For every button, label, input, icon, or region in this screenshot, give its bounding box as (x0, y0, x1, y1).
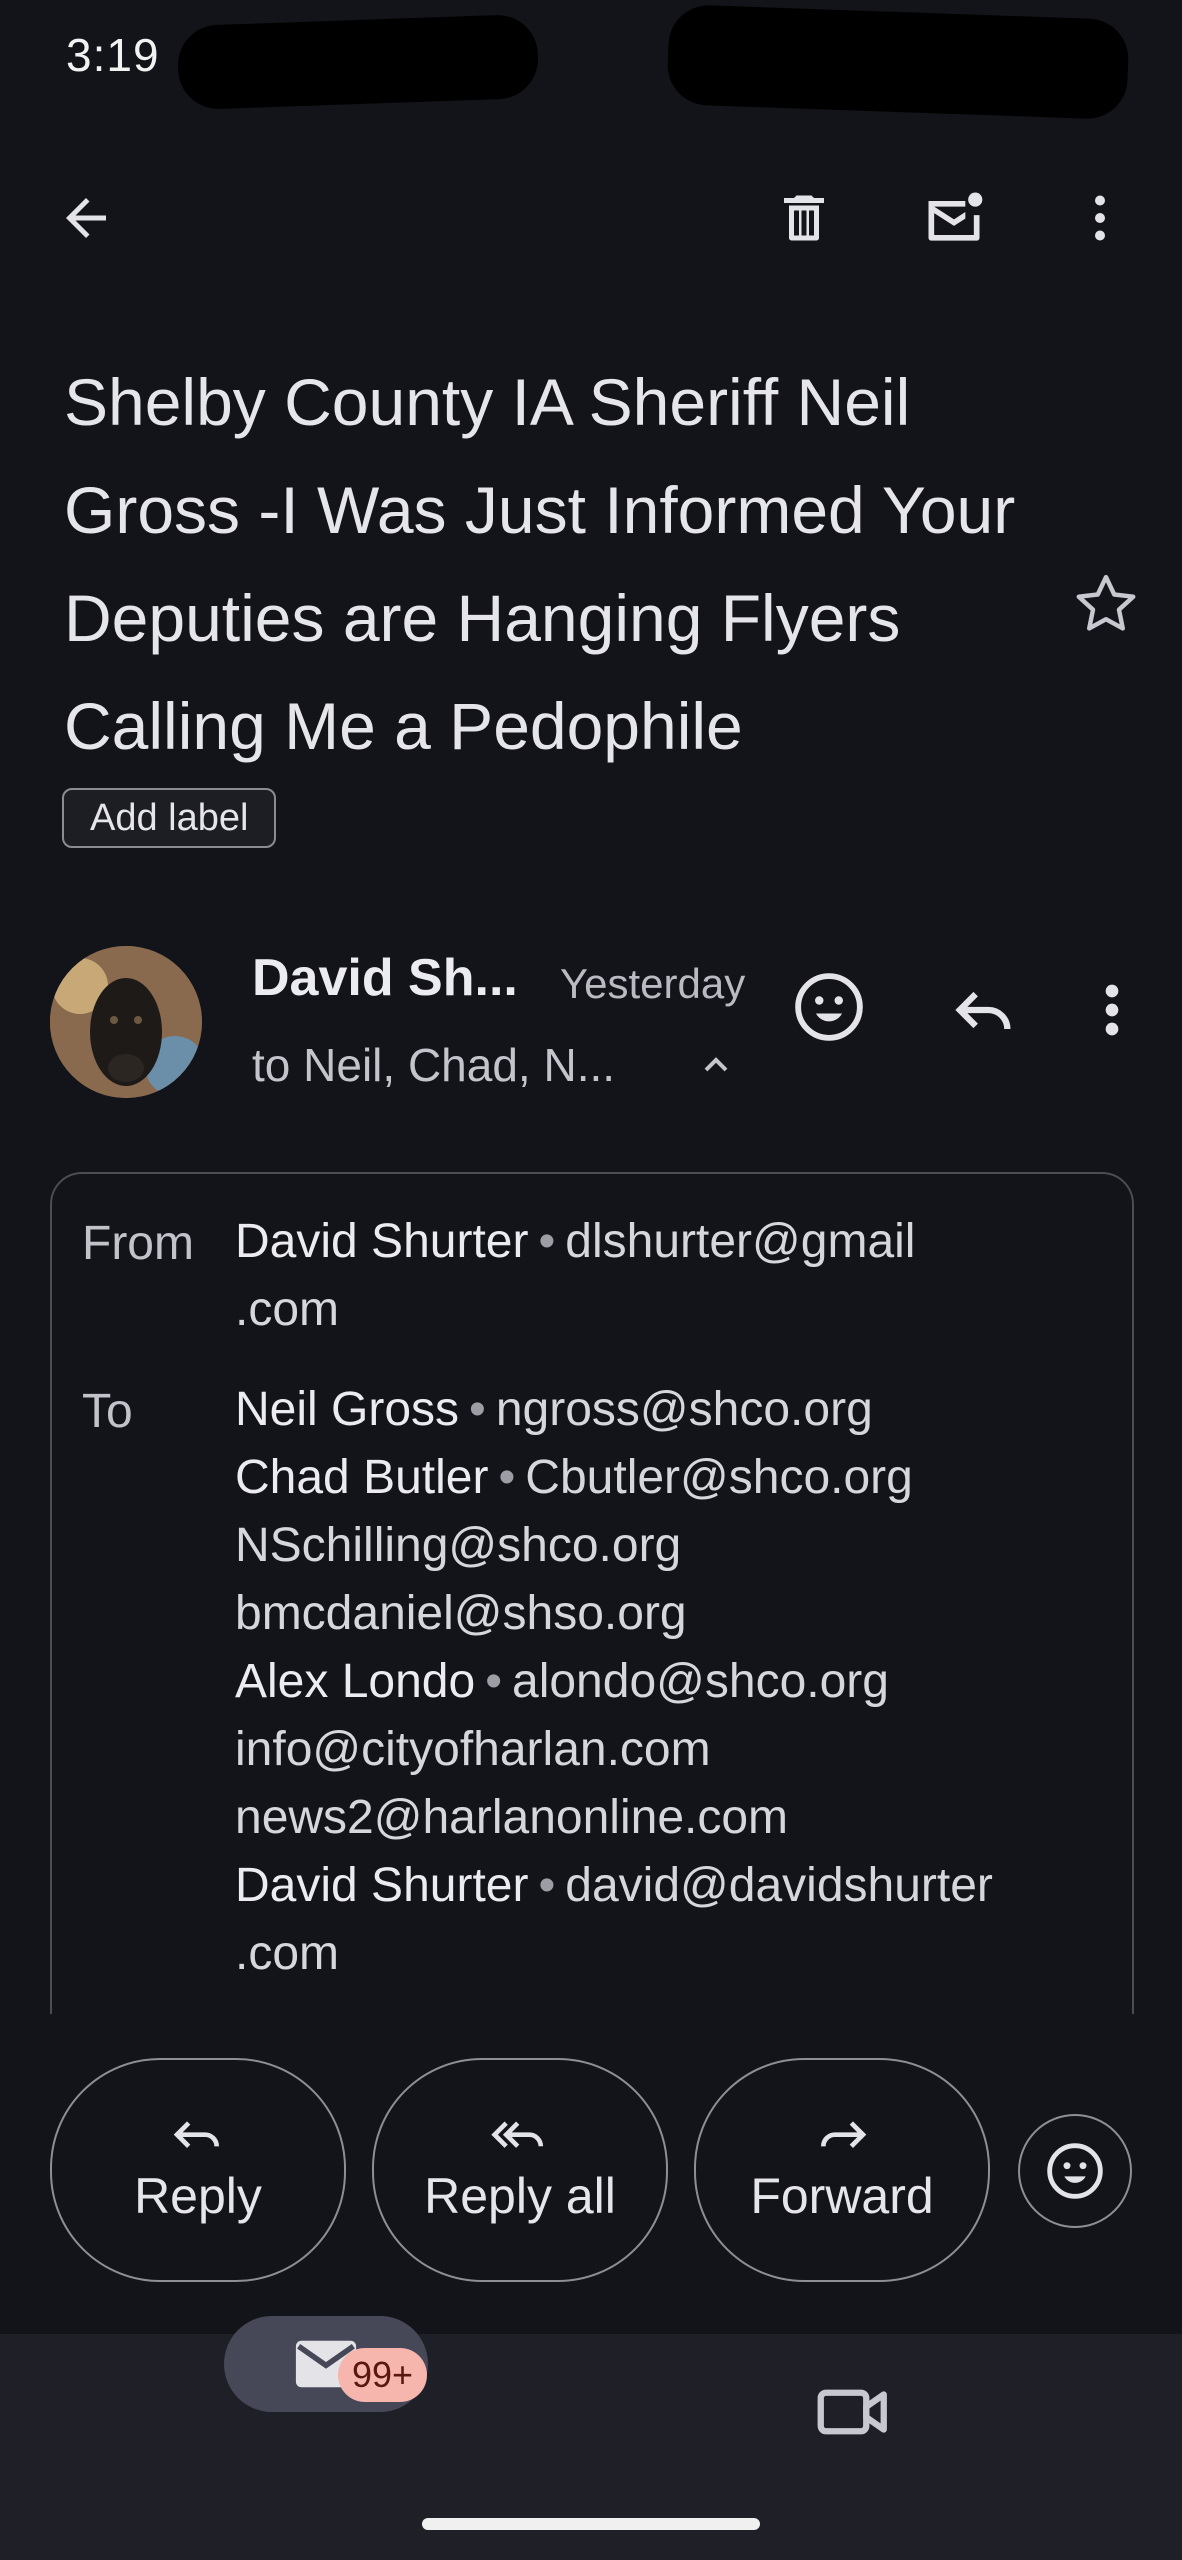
recipient-name: Alex Londo (235, 1655, 476, 1708)
separator-dot: • (469, 1383, 486, 1436)
recipient-row[interactable]: info@cityofharlan.com (235, 1716, 1115, 1784)
reply-pill-button[interactable]: Reply (50, 2058, 346, 2282)
delete-button[interactable] (764, 178, 844, 258)
recipients-summary[interactable]: to Neil, Chad, N... (252, 1038, 615, 1092)
recipient-email: news2@harlanonline.com (235, 1791, 789, 1844)
arrow-back-icon (66, 198, 106, 238)
mail-unread-icon (928, 192, 983, 241)
recipient-email: info@cityofharlan.com (235, 1723, 711, 1776)
forward-pill-button[interactable]: Forward (694, 2058, 990, 2282)
star-outline-icon (1076, 574, 1136, 631)
reply-button[interactable] (944, 972, 1020, 1048)
separator-dot: • (538, 1859, 556, 1912)
unread-count-badge: 99+ (338, 2348, 428, 2402)
recipient-name: Chad Butler (235, 1451, 489, 1504)
to-list: Neil Gross • ngross@shco.org Chad Butler • C… (235, 1376, 1115, 1988)
reply-label: Reply (134, 2168, 262, 2224)
add-reaction-button[interactable] (790, 968, 868, 1046)
recipient-email: ngross@shco.org (495, 1383, 873, 1436)
home-indicator[interactable] (422, 2518, 760, 2530)
collapse-details-button[interactable] (692, 1040, 740, 1088)
recipient-email: bmcdaniel@shso.org (235, 1587, 687, 1640)
recipient-row[interactable]: Alex Londo • alondo@shco.org (235, 1648, 1115, 1716)
from-value: David Shurter • dlshurter@gmail .com (235, 1208, 1115, 1344)
star-button[interactable] (1068, 566, 1144, 642)
from-email[interactable]: dlshurter@gmail (565, 1215, 915, 1268)
add-label-chip[interactable]: Add label (62, 788, 277, 848)
reply-icon (173, 2121, 219, 2148)
separator-dot: • (485, 1655, 502, 1708)
message-more-button[interactable] (1092, 972, 1132, 1048)
status-time: 3:19 (66, 29, 160, 81)
email-screen: 3:19 Shelby County IA Sheriff Neil Gross… (0, 0, 1182, 2560)
reply-all-pill-button[interactable]: Reply all (372, 2058, 668, 2282)
recipient-row[interactable]: bmcdaniel@shso.org (235, 1580, 1115, 1648)
from-label: From (82, 1217, 194, 1270)
sender-avatar[interactable] (50, 946, 202, 1098)
forward-icon (821, 2121, 867, 2148)
reply-icon (955, 991, 1011, 1030)
emoji-icon (795, 973, 863, 1041)
recipient-email: Cbutler@shco.org (525, 1451, 913, 1504)
from-email-continued[interactable]: .com (235, 1283, 339, 1336)
chevron-up-icon (704, 1057, 728, 1072)
recipient-name: Neil Gross (235, 1383, 460, 1436)
separator-dot: • (538, 1215, 556, 1268)
recipient-row[interactable]: Neil Gross • ngross@shco.org (235, 1376, 1115, 1444)
sender-name[interactable]: David Sh... (252, 948, 518, 1008)
recipient-email: david@davidshurter (565, 1859, 993, 1912)
to-label: To (82, 1385, 133, 1438)
recipient-email: NSchilling@shco.org (235, 1519, 682, 1572)
reply-all-icon (491, 2121, 544, 2148)
redaction-mark (666, 4, 1130, 120)
recipient-row-continued[interactable]: .com (235, 1920, 1115, 1988)
forward-label: Forward (750, 2168, 934, 2224)
more-vert-icon (1095, 195, 1105, 241)
redaction-mark (176, 13, 540, 111)
email-date: Yesterday (560, 960, 746, 1007)
recipient-email: .com (235, 1927, 340, 1980)
trash-icon (784, 195, 824, 241)
more-options-button[interactable] (1060, 178, 1140, 258)
reply-all-label: Reply all (424, 2168, 616, 2224)
emoji-icon (1047, 2143, 1103, 2199)
emoji-reaction-button[interactable] (1018, 2114, 1132, 2228)
recipient-row[interactable]: news2@harlanonline.com (235, 1784, 1115, 1852)
video-camera-icon (817, 2389, 887, 2435)
dog-photo-avatar (50, 946, 202, 1098)
from-name[interactable]: David Shurter (235, 1215, 528, 1268)
recipient-name: David Shurter (235, 1859, 529, 1912)
recipient-email: alondo@shco.org (512, 1655, 889, 1708)
nav-meet-tab[interactable] (812, 2370, 896, 2454)
back-button[interactable] (46, 178, 126, 258)
email-details-panel: From David Shurter • dlshurter@gmail .com … (50, 1172, 1134, 2014)
mark-unread-button[interactable] (914, 178, 994, 258)
email-subject: Shelby County IA Sheriff Neil Gross -I W… (64, 365, 1016, 763)
recipient-row[interactable]: NSchilling@shco.org (235, 1512, 1115, 1580)
separator-dot: • (498, 1451, 516, 1504)
more-vert-icon (1105, 984, 1119, 1036)
recipient-row[interactable]: Chad Butler • Cbutler@shco.org (235, 1444, 1115, 1512)
recipient-row[interactable]: David Shurter • david@davidshurter (235, 1852, 1115, 1920)
